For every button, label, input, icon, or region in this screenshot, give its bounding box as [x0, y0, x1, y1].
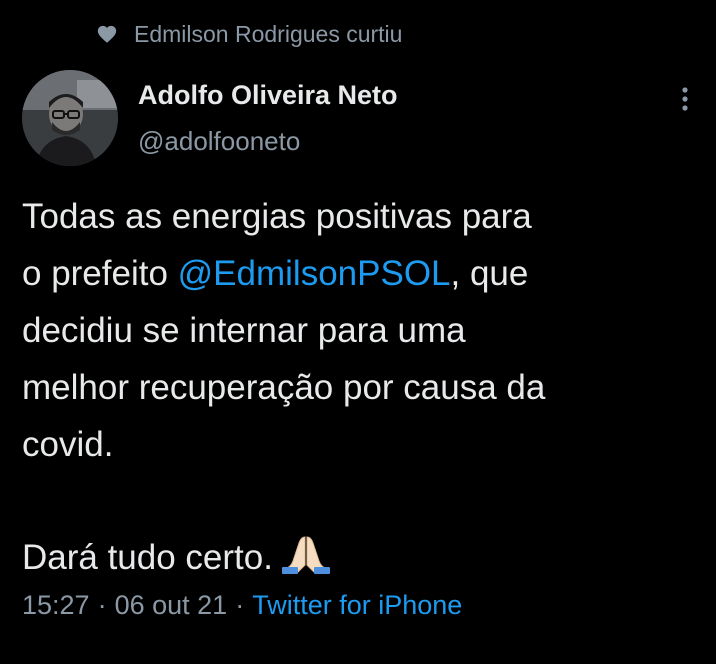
meta-separator: · — [97, 590, 107, 620]
tweet-line: Todas as energias positivas para — [22, 197, 532, 236]
tweet-line: o prefeito @EdmilsonPSOL, que — [22, 245, 702, 302]
social-context-text: Edmilson Rodrigues curtiu — [134, 20, 403, 47]
author-handle[interactable]: @adolfooneto — [138, 126, 300, 157]
tweet-closing: Dará tudo certo. — [22, 538, 273, 577]
mention-link[interactable]: @EdmilsonPSOL — [178, 254, 451, 293]
author-name[interactable]: Adolfo Oliveira Neto — [138, 80, 398, 111]
tweet-card: Edmilson Rodrigues curtiu Adolfo Oliveir… — [0, 0, 716, 664]
tweet-line: Dará tudo certo. — [22, 529, 702, 586]
tweet-date[interactable]: 06 out 21 — [115, 590, 228, 620]
more-vertical-icon — [682, 87, 688, 111]
praying-hands-icon — [281, 536, 330, 574]
tweet-source-link[interactable]: Twitter for iPhone — [252, 590, 462, 620]
meta-separator: · — [235, 590, 245, 620]
tweet-time[interactable]: 15:27 — [22, 590, 90, 620]
tweet-text-segment: , que — [450, 254, 529, 293]
more-options-button[interactable] — [670, 82, 700, 116]
avatar-image — [22, 70, 118, 166]
tweet-text: Todas as energias positivas para o prefe… — [22, 188, 702, 586]
avatar[interactable] — [22, 70, 118, 166]
tweet-line: decidiu se internar para uma — [22, 311, 466, 350]
tweet-line: melhor recuperação por causa da — [22, 368, 546, 407]
social-context[interactable]: Edmilson Rodrigues curtiu — [96, 19, 402, 49]
heart-icon — [97, 25, 117, 43]
tweet-text-segment: o prefeito — [22, 254, 178, 293]
tweet-line: covid. — [22, 425, 114, 464]
tweet-meta: 15:27 · 06 out 21 · Twitter for iPhone — [22, 590, 462, 621]
